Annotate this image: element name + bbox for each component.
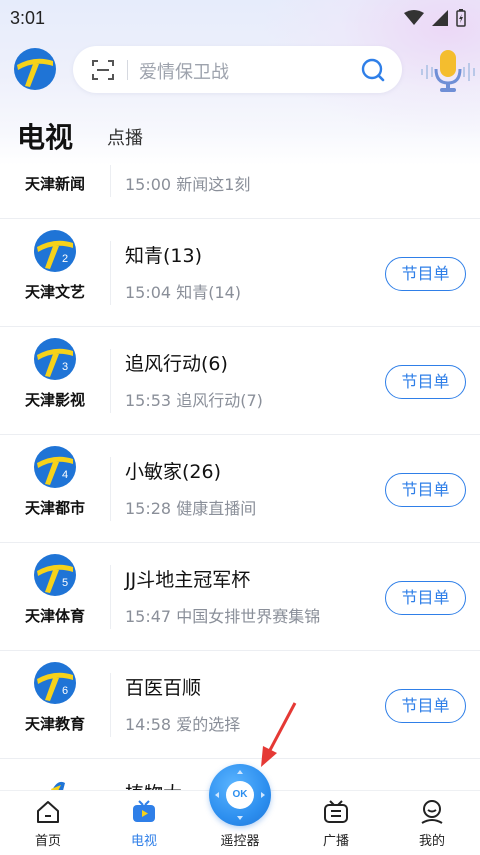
nav-tv[interactable]: 电视 xyxy=(96,791,192,855)
current-program: 百医百顺 xyxy=(125,677,202,699)
channel-logo: 天津新闻 xyxy=(14,165,96,219)
home-icon xyxy=(37,801,59,823)
search-bar[interactable]: 爱情保卫战 xyxy=(73,46,402,93)
nav-mine[interactable]: 我的 xyxy=(384,791,480,855)
channel-name: 天津文艺 xyxy=(24,283,85,301)
row-divider xyxy=(110,673,111,737)
search-separator xyxy=(127,60,128,80)
nav-tv-label: 电视 xyxy=(130,834,157,849)
scan-icon[interactable] xyxy=(91,58,115,82)
channel-logo-icon: 4 xyxy=(34,446,76,488)
channel-logo-icon xyxy=(51,782,65,790)
list-item[interactable]: 5 天津体育 JJ斗地主冠军杯 15:47 中国女排世界赛集锦 节目单 xyxy=(0,543,480,651)
tab-vod[interactable]: 点播 xyxy=(107,124,143,150)
channel-number: 4 xyxy=(62,469,68,481)
list-item[interactable]: 2 天津文艺 知青(13) 15:04 知青(14) 节目单 xyxy=(0,219,480,327)
next-program: 15:00 新闻这1刻 xyxy=(125,175,251,194)
schedule-button[interactable]: 节目单 xyxy=(385,689,466,723)
list-item[interactable]: 3 天津影视 追风行动(6) 15:53 追风行动(7) 节目单 xyxy=(0,327,480,435)
next-program: 15:28 健康直播间 xyxy=(125,499,257,518)
channel-logo: 4 天津都市 xyxy=(14,435,96,543)
battery-icon xyxy=(456,9,466,27)
status-icons xyxy=(404,9,466,27)
row-divider xyxy=(110,349,111,413)
top-header: 爱情保卫战 xyxy=(0,44,480,96)
search-input[interactable]: 爱情保卫战 xyxy=(139,58,229,84)
nav-home[interactable]: 首页 xyxy=(0,791,96,855)
nav-home-label: 首页 xyxy=(34,834,61,849)
nav-radio-label: 广播 xyxy=(322,834,349,849)
channel-name: 天津影视 xyxy=(24,391,85,409)
next-program: 14:58 爱的选择 xyxy=(125,715,241,734)
channel-number: 6 xyxy=(62,685,68,697)
channel-name: 天津新闻 xyxy=(24,175,85,193)
radio-icon xyxy=(324,800,348,823)
remote-control-button[interactable]: OK xyxy=(209,764,271,826)
channel-logo xyxy=(14,759,96,790)
channel-logo-icon: 2 xyxy=(34,230,76,272)
current-program: 知青(13) xyxy=(125,245,203,267)
microphone-icon[interactable] xyxy=(418,47,478,95)
channel-number: 5 xyxy=(62,577,68,589)
nav-remote-label: 遥控器 xyxy=(220,834,260,849)
app-logo-icon[interactable] xyxy=(13,47,57,91)
schedule-button[interactable]: 节目单 xyxy=(385,473,466,507)
wifi-icon xyxy=(404,10,424,25)
row-divider xyxy=(110,241,111,305)
channel-name: 天津体育 xyxy=(24,607,85,625)
status-bar: 3:01 xyxy=(0,0,480,36)
channel-logo: 3 天津影视 xyxy=(14,327,96,435)
channel-logo-icon: 3 xyxy=(34,338,76,380)
schedule-button[interactable]: 节目单 xyxy=(385,257,466,291)
nav-mine-label: 我的 xyxy=(418,834,445,849)
channel-number: 2 xyxy=(62,253,68,265)
schedule-button[interactable]: 节目单 xyxy=(385,365,466,399)
cell-signal-icon xyxy=(432,10,448,26)
category-tabs: 电视 点播 xyxy=(0,112,480,156)
annotation-arrow-icon xyxy=(261,702,297,767)
search-icon[interactable] xyxy=(360,57,386,83)
channel-logo-icon: 5 xyxy=(34,554,76,596)
current-program: 追风行动(6) xyxy=(125,353,228,375)
row-divider xyxy=(110,565,111,629)
channel-logo: 6 天津教育 xyxy=(14,651,96,759)
profile-icon xyxy=(421,800,443,824)
next-program: 15:47 中国女排世界赛集锦 xyxy=(125,607,321,626)
row-divider xyxy=(110,457,111,521)
channel-name: 天津教育 xyxy=(24,715,85,733)
tv-icon xyxy=(133,800,155,822)
next-program: 15:04 知青(14) xyxy=(125,283,242,302)
channel-name: 天津都市 xyxy=(24,499,85,517)
current-program: 小敏家(26) xyxy=(125,461,222,483)
channel-logo: 5 天津体育 xyxy=(14,543,96,651)
tab-tv[interactable]: 电视 xyxy=(17,116,73,156)
row-divider xyxy=(110,165,111,197)
schedule-button[interactable]: 节目单 xyxy=(385,581,466,615)
list-item[interactable]: 4 天津都市 小敏家(26) 15:28 健康直播间 节目单 xyxy=(0,435,480,543)
channel-number: 3 xyxy=(62,361,68,373)
next-program: 15:53 追风行动(7) xyxy=(125,391,263,410)
channel-logo: 2 天津文艺 xyxy=(14,219,96,327)
channel-list[interactable]: 天津新闻 15:00 新闻这1刻 2 天津文艺 知青(13) 15:04 知青(… xyxy=(0,165,480,790)
list-item[interactable]: 6 天津教育 百医百顺 14:58 爱的选择 节目单 xyxy=(0,651,480,759)
list-item[interactable]: 天津新闻 15:00 新闻这1刻 xyxy=(0,165,480,219)
current-program: JJ斗地主冠军杯 xyxy=(125,569,251,591)
nav-radio[interactable]: 广播 xyxy=(288,791,384,855)
status-time: 3:01 xyxy=(10,7,46,28)
channel-logo-icon: 6 xyxy=(34,662,76,704)
remote-ok: OK xyxy=(226,781,254,809)
